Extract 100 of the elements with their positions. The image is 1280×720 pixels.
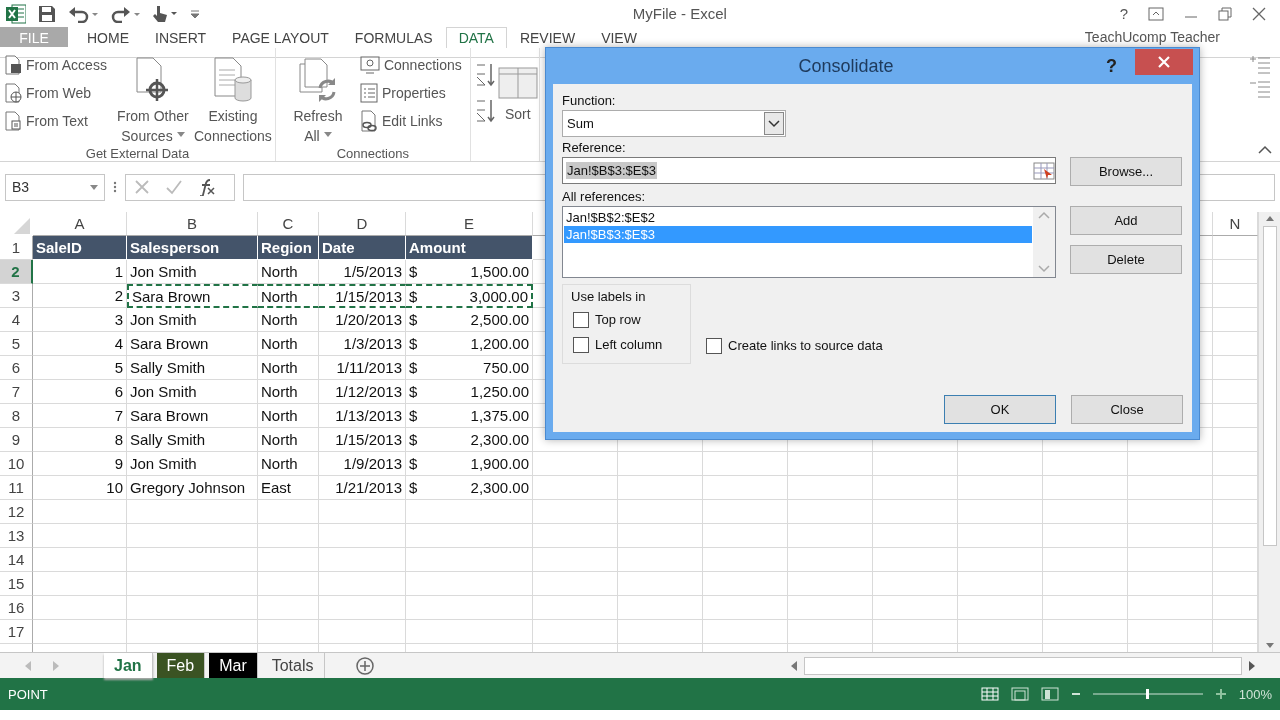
references-list[interactable]: Jan!$B$2:$E$2 Jan!$B$3:$E$3 (562, 206, 1056, 278)
header-cell: Amount (406, 236, 533, 260)
table-cell: 1/20/2013 (319, 308, 406, 332)
table-cell: 1/11/2013 (319, 356, 406, 380)
table-cell: North (258, 308, 319, 332)
add-button[interactable]: Add (1070, 206, 1182, 235)
column-header[interactable]: C (258, 212, 319, 236)
ribbon-command[interactable]: Connections (359, 52, 466, 78)
amount-value: 3,000.00 (469, 287, 528, 305)
ribbon-command[interactable]: From Text (4, 108, 111, 134)
table-cell: 2 (33, 284, 127, 308)
currency-symbol: $ (409, 335, 418, 352)
ribbon-command[interactable]: From Access (4, 52, 111, 78)
table-cell: 7 (33, 404, 127, 428)
ribbon-command[interactable]: From Web (4, 80, 111, 106)
ribbon-tab[interactable]: VIEW (588, 27, 650, 47)
row-header[interactable]: 16 (0, 596, 33, 620)
currency-symbol: $ (409, 287, 418, 305)
currency-symbol: $ (409, 431, 418, 448)
group-label: Connections (335, 146, 410, 161)
table-cell: Sara Brown (127, 404, 258, 428)
sheet-tab[interactable]: Jan (104, 653, 153, 678)
table-cell: 1/15/2013 (319, 428, 406, 452)
group-label: Use labels in (571, 287, 647, 306)
table-cell: Sara Brown (127, 332, 258, 356)
row-header[interactable]: 11 (0, 476, 33, 500)
amount-value: 1,500.00 (470, 263, 529, 280)
row-header[interactable]: 2 (0, 260, 33, 284)
currency-symbol: $ (409, 359, 418, 376)
table-cell: 1/5/2013 (319, 260, 406, 284)
delete-button[interactable]: Delete (1070, 245, 1182, 274)
ribbon-tab[interactable]: REVIEW (506, 27, 589, 47)
table-cell: 9 (33, 452, 127, 476)
row-header[interactable]: 9 (0, 428, 33, 452)
row-header[interactable]: 6 (0, 356, 33, 380)
row-header[interactable]: 7 (0, 380, 33, 404)
column-header[interactable]: N (1213, 212, 1258, 236)
table-cell: 8 (33, 428, 127, 452)
column-header[interactable]: B (127, 212, 258, 236)
table-cell: Sara Brown (127, 284, 258, 308)
field-label: Reference: (562, 139, 627, 157)
amount-value: 2,300.00 (470, 479, 529, 496)
table-cell: 1/15/2013 (319, 284, 406, 308)
sort-button[interactable]: Sort (500, 62, 535, 161)
table-cell: North (258, 284, 319, 308)
account-name[interactable]: TeachUcomp Teacher (1084, 27, 1280, 47)
ribbon-tab[interactable]: INSERT (142, 27, 220, 47)
table-cell: 1 (33, 260, 127, 284)
row-header[interactable]: 8 (0, 404, 33, 428)
table-cell: North (258, 428, 319, 452)
row-header[interactable]: 1 (0, 236, 33, 260)
row-header[interactable]: 17 (0, 620, 33, 644)
row-header[interactable]: 14 (0, 548, 33, 572)
column-header[interactable]: E (406, 212, 533, 236)
checkbox-option[interactable]: Top row (573, 307, 680, 332)
browse-button[interactable]: Browse... (1070, 157, 1182, 186)
zoom-level[interactable]: 100% (1238, 686, 1272, 702)
row-header[interactable]: 4 (0, 308, 33, 332)
row-header[interactable]: 12 (0, 500, 33, 524)
ribbon-command[interactable]: Properties (359, 80, 466, 106)
status-mode: POINT (8, 686, 49, 702)
list-item[interactable]: Jan!$B$2:$E$2 (564, 209, 1032, 226)
row-header[interactable]: 5 (0, 332, 33, 356)
sheet-tab[interactable]: Feb (156, 653, 206, 678)
row-header[interactable]: 13 (0, 524, 33, 548)
ok-button[interactable]: OK (944, 395, 1056, 424)
table-cell: 6 (33, 380, 127, 404)
close-button[interactable]: Close (1071, 395, 1183, 424)
column-header[interactable]: A (33, 212, 127, 236)
checkbox-option[interactable]: Create links to source data (706, 333, 883, 358)
currency-symbol: $ (409, 407, 418, 424)
ribbon-command[interactable]: Edit Links (359, 108, 466, 134)
header-cell: SaleID (33, 236, 127, 260)
header-cell: Region (258, 236, 319, 260)
table-cell: North (258, 332, 319, 356)
table-cell: 3 (33, 308, 127, 332)
ribbon-command[interactable]: Existing Connections (194, 52, 271, 146)
row-header[interactable]: 15 (0, 572, 33, 596)
function-dropdown[interactable]: Sum (562, 110, 786, 137)
ribbon-tab[interactable]: FORMULAS (341, 27, 446, 47)
window-title: MyFile - Excel (631, 5, 728, 22)
amount-value: 1,375.00 (470, 407, 529, 424)
reference-field[interactable]: Jan!$B$3:$E$3 (562, 157, 1056, 184)
ribbon-command[interactable]: Refresh All (279, 52, 356, 146)
checkbox-option[interactable]: Left column (573, 332, 680, 357)
ribbon-tab[interactable]: DATA (445, 27, 507, 48)
help-button[interactable]: ? (1119, 5, 1128, 22)
column-header[interactable]: D (319, 212, 406, 236)
row-header[interactable]: 3 (0, 284, 33, 308)
table-cell: 1/3/2013 (319, 332, 406, 356)
ribbon-tab[interactable]: HOME (74, 27, 142, 47)
row-header[interactable]: 10 (0, 452, 33, 476)
name-box[interactable]: B3 (5, 173, 105, 201)
table-cell: North (258, 260, 319, 284)
ribbon-tab[interactable]: PAGE LAYOUT (219, 27, 342, 47)
help-button[interactable]: ? (1106, 55, 1117, 77)
ribbon-command[interactable]: From Other Sources (114, 52, 191, 146)
amount-value: 1,250.00 (470, 383, 529, 400)
table-cell: North (258, 452, 319, 476)
sheet-tab[interactable]: Mar (209, 653, 258, 678)
